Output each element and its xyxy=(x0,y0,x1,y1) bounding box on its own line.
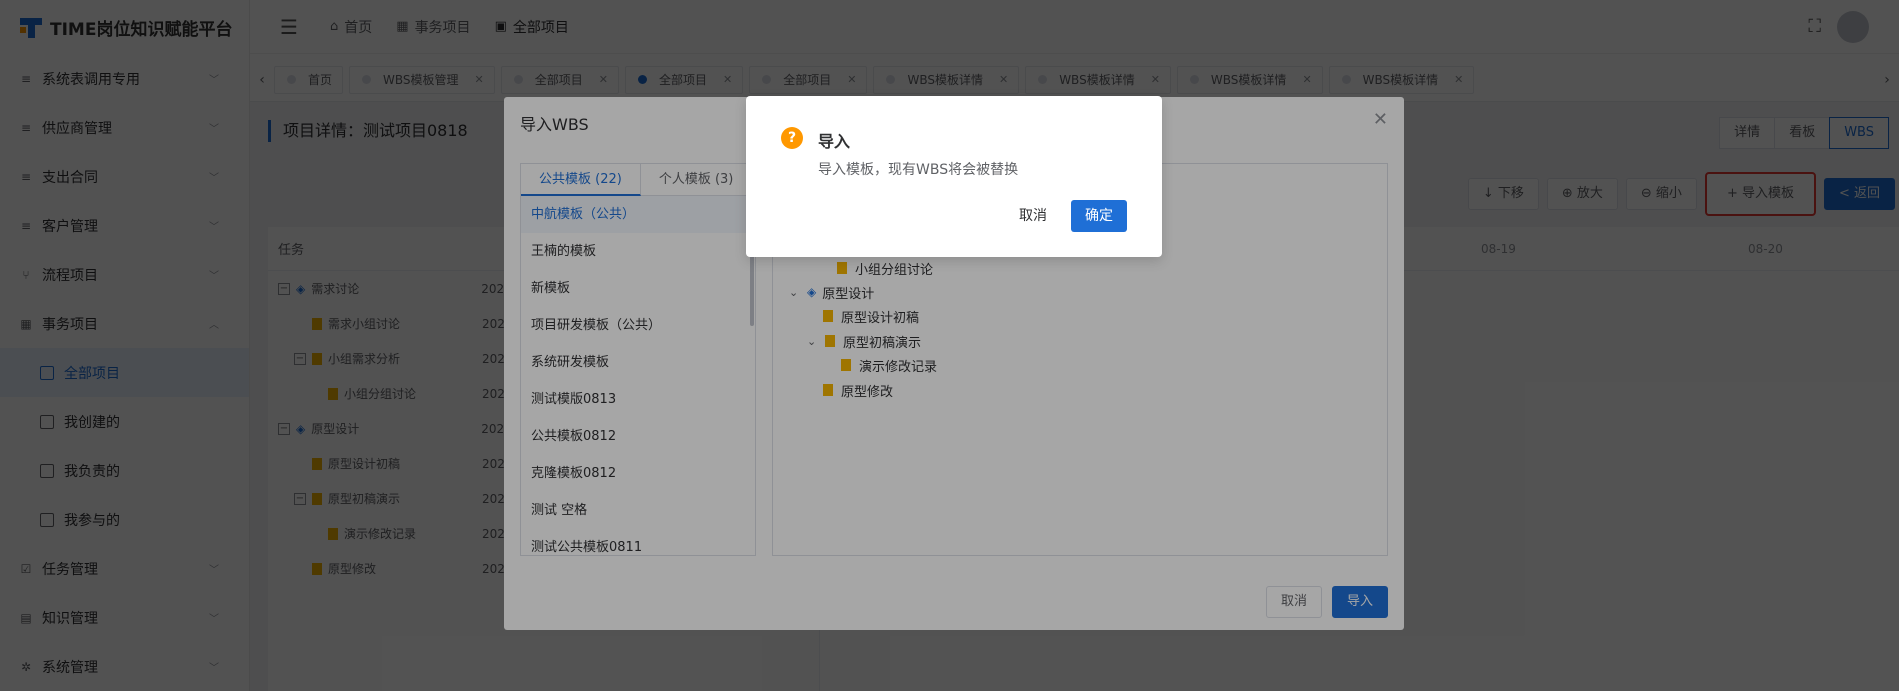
confirm-title: 导入 xyxy=(818,132,851,151)
confirm-ok-button[interactable]: 确定 xyxy=(1071,200,1127,232)
confirm-dialog: ? 导入 导入模板，现有WBS将会被替换 取消 确定 xyxy=(746,96,1162,257)
confirm-cancel-button[interactable]: 取消 xyxy=(1007,200,1059,232)
confirm-message: 导入模板，现有WBS将会被替换 xyxy=(818,162,1019,178)
question-icon: ? xyxy=(781,127,803,149)
